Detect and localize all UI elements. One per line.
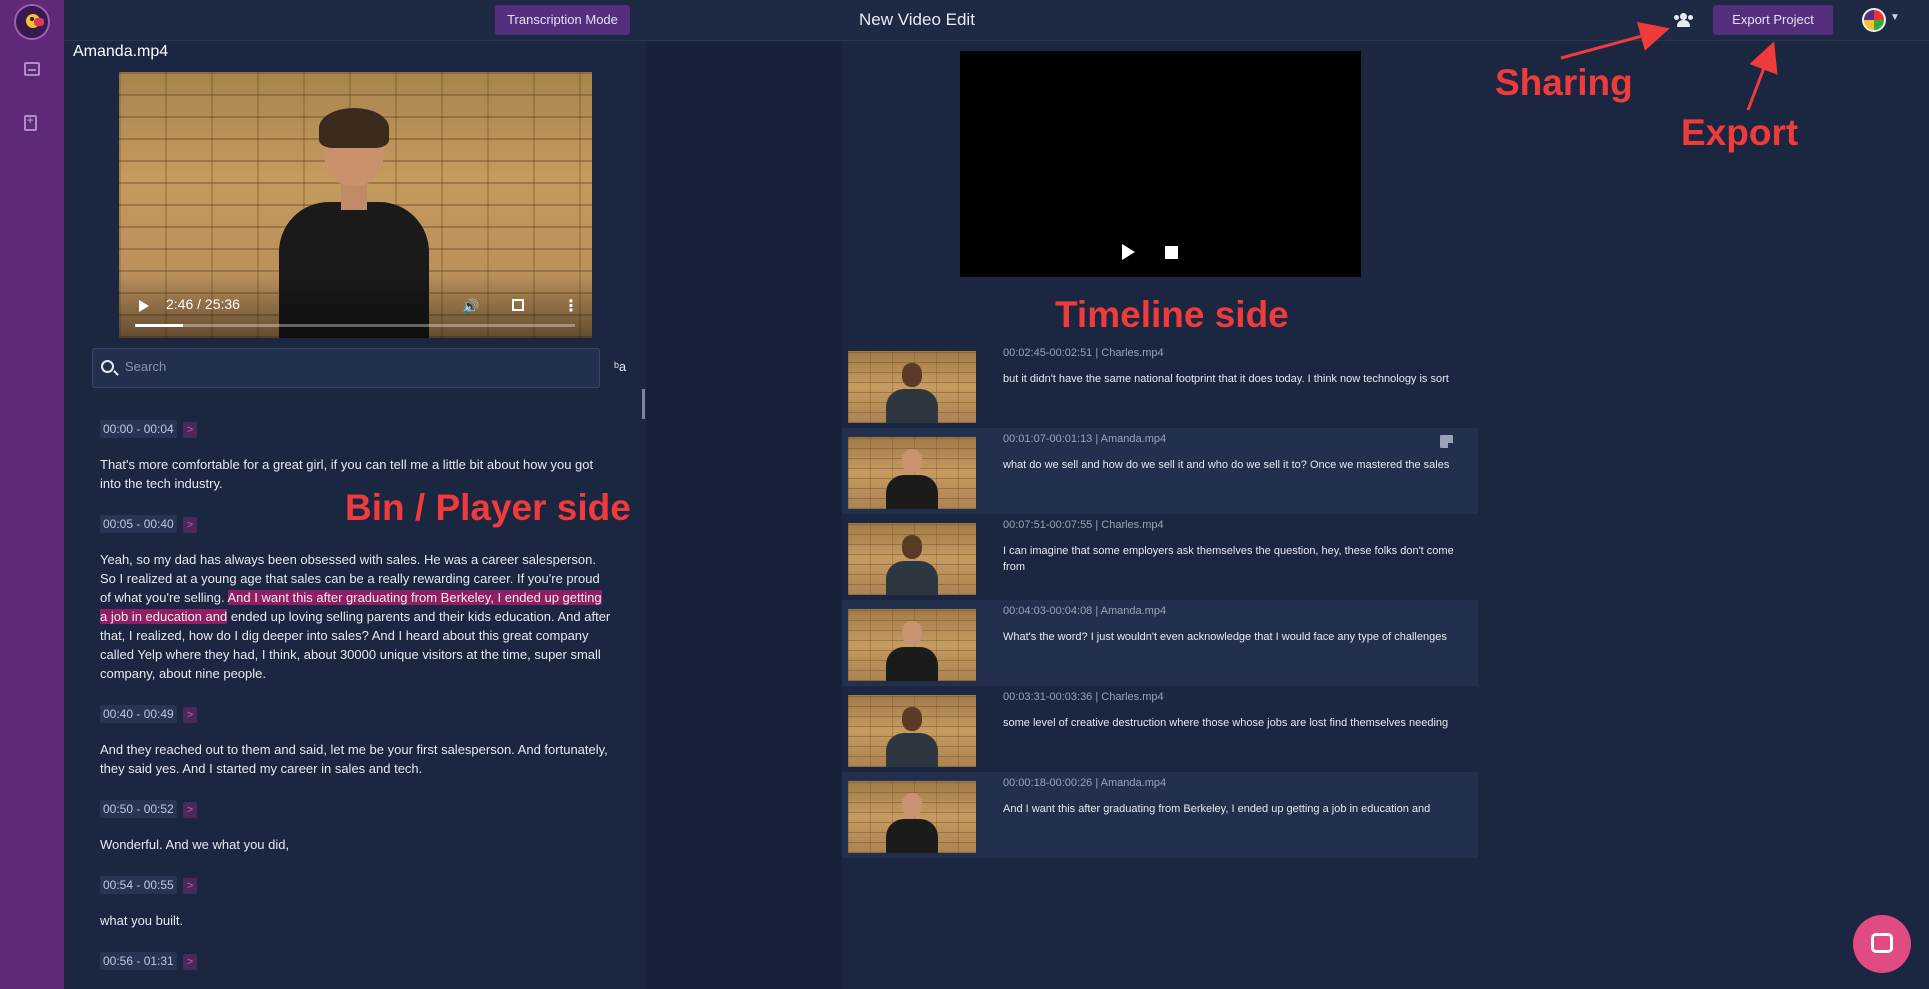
right-panel	[1478, 41, 1929, 989]
chevron-down-icon[interactable]: ▼	[1890, 12, 1900, 23]
clip-text: some level of creative destruction where…	[1003, 717, 1449, 729]
more-options-icon[interactable]: ⋮	[563, 296, 579, 316]
panel-divider	[646, 41, 842, 989]
avatar[interactable]	[1862, 8, 1886, 32]
timeline-clip[interactable]: 00:03:31-00:03:36 | Charles.mp4 some leve…	[842, 686, 1478, 772]
segment-timestamp[interactable]: 00:56 - 01:31	[100, 952, 177, 970]
segment-add-button[interactable]: >	[182, 422, 198, 438]
timeline-clip[interactable]: 00:04:03-00:04:08 | Amanda.mp4 What's the…	[842, 600, 1478, 686]
timeline-clip[interactable]: 00:02:45-00:02:51 | Charles.mp4 but it di…	[842, 342, 1478, 428]
timeline-panel: 00:02:45-00:02:51 | Charles.mp4 but it di…	[842, 41, 1478, 989]
segment-timestamp[interactable]: 00:54 - 00:55	[100, 876, 177, 894]
inbox-icon[interactable]	[24, 62, 40, 76]
play-icon[interactable]	[1122, 244, 1135, 260]
clip-text: I can imagine that some employers ask th…	[1003, 545, 1454, 573]
clip-text: what do we sell and how do we sell it an…	[1003, 459, 1450, 471]
segment-add-button[interactable]: >	[182, 878, 198, 894]
clip-thumbnail[interactable]	[848, 781, 976, 853]
clip-text: And I want this after graduating from Be…	[1003, 803, 1431, 815]
app-rail	[0, 0, 64, 989]
clip-thumbnail[interactable]	[848, 609, 976, 681]
chat-bubble-icon	[1871, 933, 1893, 953]
chat-launcher-button[interactable]	[1853, 915, 1911, 973]
parrot-logo-icon[interactable]	[14, 4, 50, 40]
segment-add-button[interactable]: >	[182, 802, 198, 818]
search-input[interactable]	[125, 359, 585, 374]
clip-meta: 00:01:07-00:01:13 | Amanda.mp4	[1003, 433, 1167, 445]
clip-text: but it didn't have the same national foo…	[1003, 373, 1449, 385]
timeline-video-player[interactable]	[960, 51, 1361, 277]
top-bar: Transcription Mode New Video Edit Export…	[64, 0, 1929, 41]
annotation-sharing: Sharing	[1495, 62, 1633, 103]
export-project-button[interactable]: Export Project	[1713, 5, 1833, 35]
clip-meta: 00:04:03-00:04:08 | Amanda.mp4	[1003, 605, 1167, 617]
segment-text[interactable]: what you built.	[100, 911, 612, 930]
match-case-icon[interactable]: ᵇa	[614, 359, 626, 374]
note-icon[interactable]	[1440, 435, 1453, 448]
clip-meta: 00:02:45-00:02:51 | Charles.mp4	[1003, 347, 1164, 359]
bin-video-player[interactable]: 2:46 / 25:36 🔊 ⋮	[119, 72, 592, 338]
clip-thumbnail[interactable]	[848, 523, 976, 595]
segment-text[interactable]: Wonderful. And we what you did,	[100, 835, 612, 854]
clip-text: What's the word? I just wouldn't even ac…	[1003, 631, 1447, 643]
segment-text[interactable]: And they reached out to them and said, l…	[100, 740, 612, 778]
segment-timestamp[interactable]: 00:00 - 00:04	[100, 420, 177, 438]
segment-add-button[interactable]: >	[182, 954, 198, 970]
video-time: 2:46 / 25:36	[166, 296, 240, 312]
transcript-segment: 00:56 - 01:31 >	[100, 952, 612, 970]
segment-timestamp[interactable]: 00:05 - 00:40	[100, 515, 177, 533]
project-title: New Video Edit	[859, 10, 975, 29]
segment-timestamp[interactable]: 00:50 - 00:52	[100, 800, 177, 818]
search-icon	[101, 360, 114, 373]
clip-thumbnail[interactable]	[848, 437, 976, 509]
transcription-mode-button[interactable]: Transcription Mode	[495, 5, 630, 35]
add-document-icon[interactable]	[24, 115, 37, 131]
clip-meta: 00:03:31-00:03:36 | Charles.mp4	[1003, 691, 1164, 703]
timeline-clip[interactable]: 00:00:18-00:00:26 | Amanda.mp4 And I want…	[842, 772, 1478, 858]
video-progress-fill	[135, 324, 183, 327]
transcript-search	[92, 348, 600, 388]
timeline-clip-list: 00:02:45-00:02:51 | Charles.mp4 but it di…	[842, 342, 1478, 858]
volume-icon[interactable]: 🔊	[462, 298, 479, 315]
clip-thumbnail[interactable]	[848, 351, 976, 423]
bin-file-name: Amanda.mp4	[73, 43, 169, 60]
scrollbar[interactable]	[642, 389, 645, 419]
segment-text-before: what you built.	[100, 913, 184, 928]
video-controls: 2:46 / 25:36 🔊 ⋮	[119, 274, 592, 338]
segment-add-button[interactable]: >	[182, 517, 198, 533]
play-icon[interactable]	[139, 300, 149, 312]
annotation-timeline: Timeline side	[1055, 294, 1289, 335]
users-icon[interactable]	[1674, 13, 1694, 27]
segment-add-button[interactable]: >	[182, 707, 198, 723]
annotation-export: Export	[1681, 112, 1799, 153]
transcript-segment: 00:50 - 00:52 > Wonderful. And we what you…	[100, 800, 612, 854]
stop-icon[interactable]	[1165, 246, 1178, 259]
fullscreen-icon[interactable]	[512, 299, 524, 311]
clip-meta: 00:00:18-00:00:26 | Amanda.mp4	[1003, 777, 1167, 789]
transcript-segment: 00:40 - 00:49 > And they reached out to th…	[100, 705, 612, 778]
transcript-segment: 00:05 - 00:40 > Yeah, so my dad has always…	[100, 515, 612, 683]
transcript-segment: 00:54 - 00:55 > what you built.	[100, 876, 612, 930]
clip-meta: 00:07:51-00:07:55 | Charles.mp4	[1003, 519, 1164, 531]
timeline-clip[interactable]: 00:07:51-00:07:55 | Charles.mp4 I can ima…	[842, 514, 1478, 600]
video-scrubber[interactable]	[135, 324, 575, 327]
timeline-clip[interactable]: 00:01:07-00:01:13 | Amanda.mp4 what do we…	[842, 428, 1478, 514]
segment-text[interactable]: Yeah, so my dad has always been obsessed…	[100, 550, 612, 683]
segment-text-before: That's more comfortable for a great girl…	[100, 457, 594, 491]
segment-timestamp[interactable]: 00:40 - 00:49	[100, 705, 177, 723]
clip-thumbnail[interactable]	[848, 695, 976, 767]
segment-text-before: And they reached out to them and said, l…	[100, 742, 608, 776]
annotation-bin-player: Bin / Player side	[345, 487, 631, 528]
segment-text-before: Wonderful. And we what you did,	[100, 837, 290, 852]
transcript-segment: 00:00 - 00:04 > That's more comfortable fo…	[100, 420, 612, 493]
